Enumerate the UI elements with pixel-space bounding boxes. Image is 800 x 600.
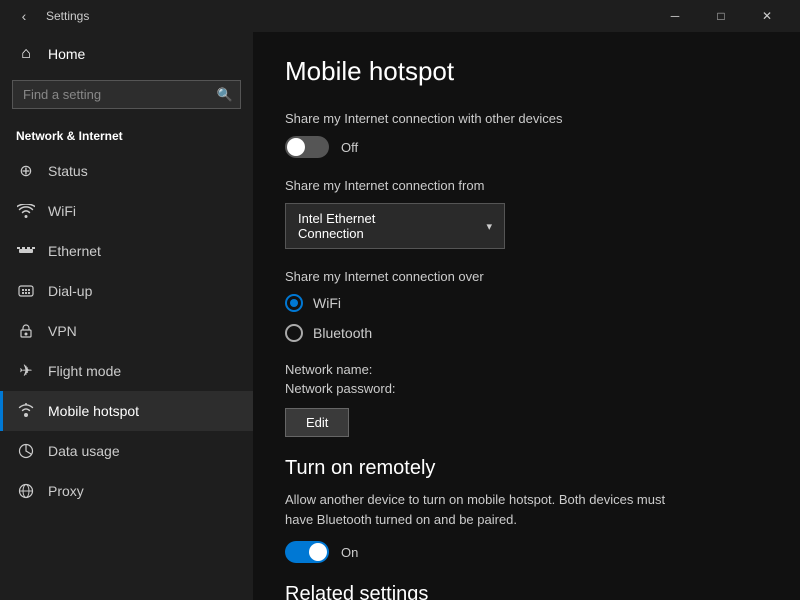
status-icon: ⊕ [16,161,36,181]
page-title: Mobile hotspot [285,56,768,87]
sidebar-item-flightmode[interactable]: ✈ Flight mode [0,351,253,391]
sidebar-item-mobilehotspot[interactable]: Mobile hotspot [0,391,253,431]
radio-wifi-dot [290,299,298,307]
sidebar-label-wifi: WiFi [48,203,76,219]
titlebar-title: Settings [46,9,652,23]
radio-wifi-label: WiFi [313,295,341,311]
window-controls: ─ □ ✕ [652,0,790,32]
back-icon: ‹ [22,8,27,24]
back-button[interactable]: ‹ [10,2,38,30]
sidebar-item-dialup[interactable]: Dial-up [0,271,253,311]
sidebar-label-ethernet: Ethernet [48,243,101,259]
remote-toggle-row: On [285,541,768,563]
share-toggle-label: Off [341,140,358,155]
mobilehotspot-icon [16,401,36,421]
radio-wifi-button[interactable] [285,294,303,312]
close-button[interactable]: ✕ [744,0,790,32]
sidebar-item-home[interactable]: ⌂ Home [0,32,253,76]
turn-on-remotely-heading: Turn on remotely [285,457,768,480]
sidebar-label-proxy: Proxy [48,483,84,499]
share-connection-label: Share my Internet connection with other … [285,111,768,126]
sidebar-section-title: Network & Internet [0,121,253,151]
minimize-button[interactable]: ─ [652,0,698,32]
sidebar-label-mobilehotspot: Mobile hotspot [48,403,139,419]
network-password-label: Network password: [285,381,768,396]
turn-on-remotely-description: Allow another device to turn on mobile h… [285,490,685,529]
main-layout: ⌂ Home 🔍 Network & Internet ⊕ Status WiF… [0,32,800,600]
share-over-radio-group: WiFi Bluetooth [285,294,768,342]
sidebar-item-datausage[interactable]: Data usage [0,431,253,471]
sidebar-label-datausage: Data usage [48,443,120,459]
sidebar-label-status: Status [48,163,88,179]
sidebar-home-label: Home [48,46,85,62]
share-from-dropdown[interactable]: Intel Ethernet Connection ▾ [285,203,505,249]
dropdown-arrow-icon: ▾ [486,220,492,233]
dialup-icon [16,281,36,301]
proxy-icon [16,481,36,501]
network-name-label: Network name: [285,362,768,377]
radio-bluetooth-label: Bluetooth [313,325,372,341]
sidebar-item-ethernet[interactable]: Ethernet [0,231,253,271]
edit-button[interactable]: Edit [285,408,349,437]
share-over-label: Share my Internet connection over [285,269,768,284]
flightmode-icon: ✈ [16,361,36,381]
search-icon: 🔍 [217,87,233,103]
share-from-label: Share my Internet connection from [285,178,768,193]
search-container: 🔍 [12,80,241,109]
network-info: Network name: Network password: Edit [285,362,768,437]
wifi-icon [16,201,36,221]
sidebar-item-status[interactable]: ⊕ Status [0,151,253,191]
sidebar-item-wifi[interactable]: WiFi [0,191,253,231]
remote-toggle[interactable] [285,541,329,563]
radio-bluetooth-button[interactable] [285,324,303,342]
datausage-icon [16,441,36,461]
sidebar-item-proxy[interactable]: Proxy [0,471,253,511]
radio-bluetooth[interactable]: Bluetooth [285,324,768,342]
dropdown-value: Intel Ethernet Connection [298,211,426,241]
home-icon: ⌂ [16,44,36,64]
sidebar-label-flightmode: Flight mode [48,363,121,379]
sidebar-label-vpn: VPN [48,323,77,339]
share-toggle-row: Off [285,136,768,158]
search-input[interactable] [12,80,241,109]
titlebar: ‹ Settings ─ □ ✕ [0,0,800,32]
related-settings-heading: Related settings [285,583,768,600]
share-from-dropdown-row: Intel Ethernet Connection ▾ [285,203,768,249]
sidebar: ⌂ Home 🔍 Network & Internet ⊕ Status WiF… [0,32,253,600]
sidebar-label-dialup: Dial-up [48,283,92,299]
remote-toggle-knob [309,543,327,561]
share-toggle[interactable] [285,136,329,158]
toggle-knob [287,138,305,156]
sidebar-item-vpn[interactable]: VPN [0,311,253,351]
remote-toggle-label: On [341,545,358,560]
radio-wifi[interactable]: WiFi [285,294,768,312]
vpn-icon [16,321,36,341]
content-area: Mobile hotspot Share my Internet connect… [253,32,800,600]
restore-button[interactable]: □ [698,0,744,32]
ethernet-icon [16,241,36,261]
